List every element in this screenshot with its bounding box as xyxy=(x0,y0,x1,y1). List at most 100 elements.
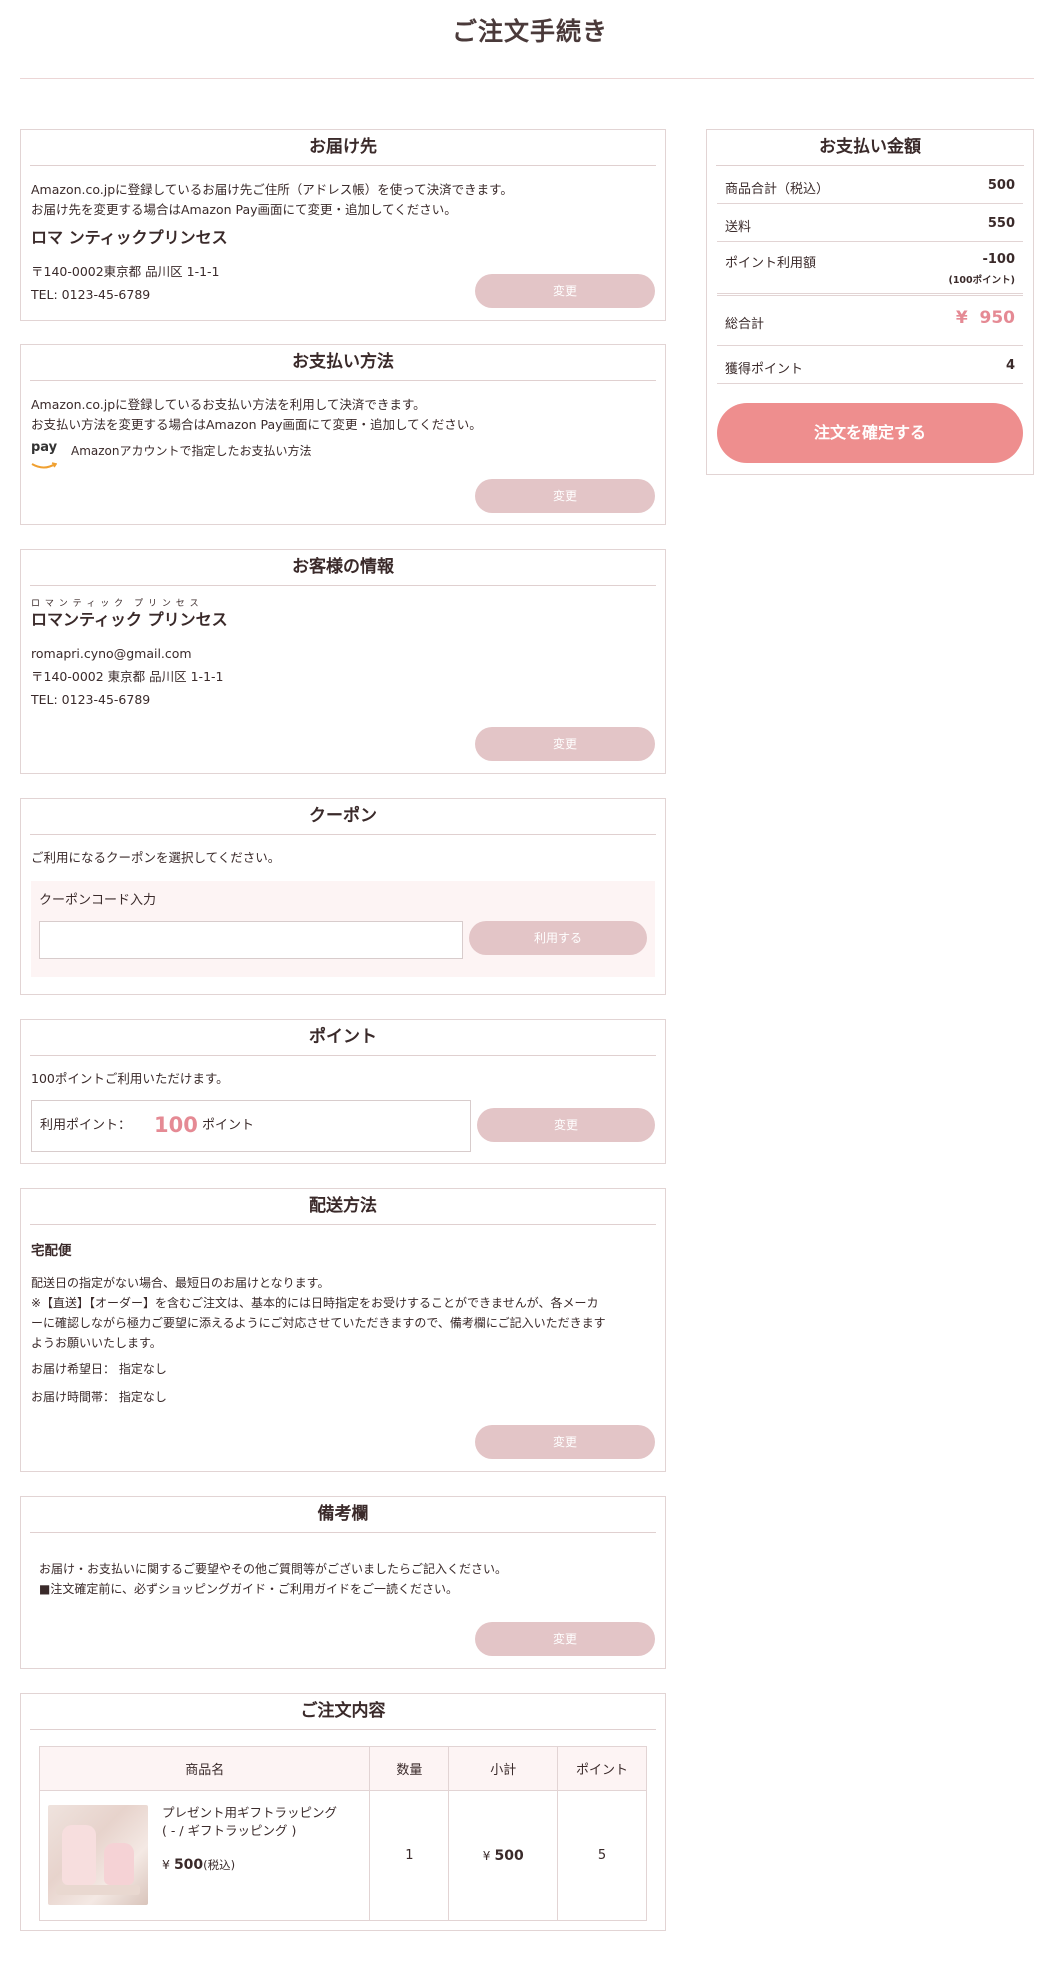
amazon-pay-logo-icon: pay xyxy=(31,440,61,469)
payment-change-button[interactable]: 変更 xyxy=(475,479,655,513)
summary-points-note: (100ポイント) xyxy=(948,275,1015,286)
remarks-line2: ■注文確定前に、必ずショッピングガイド・ご利用ガイドをご一読ください。 xyxy=(39,1582,458,1596)
summary-earned-label: 獲得ポイント xyxy=(725,362,804,377)
points-input-box[interactable]: 利用ポイント： 100 ポイント xyxy=(31,1100,471,1152)
gift-bag-small xyxy=(104,1843,134,1885)
order-heading: ご注文内容 xyxy=(30,1694,656,1730)
shipping-time-label: お届け時間帯： xyxy=(31,1390,116,1404)
shipping-date-value: 指定なし xyxy=(118,1362,167,1376)
amazon-smile-icon xyxy=(31,462,58,469)
remarks-line1: お届け・お支払いに関するご要望やその他ご質問等がございましたらご記入ください。 xyxy=(39,1562,508,1576)
remarks-heading: 備考欄 xyxy=(30,1497,656,1533)
points-unit: ポイント xyxy=(202,1118,255,1133)
order-panel: ご注文内容 商品名 数量 小計 ポイント プレゼント用ギフトラッピング ( - xyxy=(20,1693,666,1931)
coupon-panel: クーポン ご利用になるクーポンを選択してください。 クーポンコード入力 利用する xyxy=(20,798,666,995)
coupon-heading: クーポン xyxy=(30,799,656,835)
customer-name: ロマンティック プリンセス xyxy=(31,610,228,629)
shipping-note-line2: ※【直送】【オーダー】を含むご注文は、基本的には日時指定をお受けすることができま… xyxy=(31,1296,599,1310)
subtotal-symbol: ¥ xyxy=(482,1848,491,1863)
summary-shipping-label: 送料 xyxy=(725,220,752,235)
payment-info-line1: Amazon.co.jpに登録しているお支払い方法を利用して決済できます。 xyxy=(31,397,426,412)
title-divider xyxy=(20,78,1034,79)
summary-total-symbol: ¥ xyxy=(955,308,968,328)
points-label: 利用ポイント： xyxy=(40,1118,132,1133)
page-title: ご注文手続き xyxy=(451,17,608,46)
subtotal-cell: ¥ 500 xyxy=(448,1790,559,1921)
column-subtotal: 小計 xyxy=(448,1746,559,1791)
column-quantity: 数量 xyxy=(369,1746,450,1791)
shipping-note-line1: 配送日の指定がない場合、最短日のお届けとなります。 xyxy=(31,1276,330,1290)
shipping-panel: 配送方法 宅配便 配送日の指定がない場合、最短日のお届けとなります。 ※【直送】… xyxy=(20,1188,666,1472)
shipping-date: お届け希望日： 指定なし xyxy=(31,1359,167,1379)
shipping-method: 宅配便 xyxy=(31,1243,72,1259)
delivery-change-button[interactable]: 変更 xyxy=(475,274,655,308)
product-name: プレゼント用ギフトラッピング xyxy=(162,1805,338,1820)
delivery-tel: TEL: 0123-45-6789 xyxy=(31,287,151,302)
coupon-description: ご利用になるクーポンを選択してください。 xyxy=(31,850,281,865)
coupon-code-input[interactable] xyxy=(39,921,463,959)
summary-row-shipping: 送料 550 xyxy=(717,204,1023,242)
delivery-name: ロマ ンティックプリンセス xyxy=(31,228,228,247)
summary-total-label: 総合計 xyxy=(725,317,765,332)
product-variant: ( - / ギフトラッピング ) xyxy=(162,1823,297,1838)
customer-address: 〒140-0002 東京都 品川区 1-1-1 xyxy=(31,669,224,684)
product-price-value: 500 xyxy=(173,1857,204,1873)
summary-earned-value: 4 xyxy=(1005,358,1015,373)
product-price: ¥ 500(税込) xyxy=(162,1855,235,1875)
points-change-button[interactable]: 変更 xyxy=(477,1108,655,1142)
remarks-change-button[interactable]: 変更 xyxy=(475,1622,655,1656)
order-table: 商品名 数量 小計 ポイント プレゼント用ギフトラッピング ( - / ギフトラ… xyxy=(38,1746,647,1921)
payment-summary: お支払い金額 商品合計（税込） 500 送料 550 ポイント利用額 -100 … xyxy=(706,129,1034,475)
summary-row-subtotal: 商品合計（税込） 500 xyxy=(717,166,1023,204)
summary-points-label: ポイント利用額 xyxy=(725,256,817,271)
summary-shipping-value: 550 xyxy=(987,216,1015,231)
summary-heading: お支払い金額 xyxy=(716,130,1024,166)
points-panel: ポイント 100ポイントご利用いただけます。 利用ポイント： 100 ポイント … xyxy=(20,1019,666,1164)
summary-row-earned: 獲得ポイント 4 xyxy=(717,346,1023,384)
delivery-address: 〒140-0002東京都 品川区 1-1-1 xyxy=(31,264,220,279)
summary-row-total: 総合計 ¥ 950 xyxy=(717,296,1023,346)
delivery-panel: お届け先 Amazon.co.jpに登録しているお届け先ご住所（アドレス帳）を使… xyxy=(20,129,666,321)
confirm-order-button[interactable]: 注文を確定する xyxy=(717,403,1023,463)
subtotal-value: 500 xyxy=(494,1847,524,1864)
delivery-info-line2: お届け先を変更する場合はAmazon Pay画面にて変更・追加してください。 xyxy=(31,202,457,217)
points-heading: ポイント xyxy=(30,1020,656,1056)
product-cell: プレゼント用ギフトラッピング ( - / ギフトラッピング ) ¥ 500(税込… xyxy=(38,1790,371,1921)
table-row: プレゼント用ギフトラッピング ( - / ギフトラッピング ) ¥ 500(税込… xyxy=(38,1790,647,1921)
shipping-date-label: お届け希望日： xyxy=(31,1362,116,1376)
delivery-info-line1: Amazon.co.jpに登録しているお届け先ご住所（アドレス帳）を使って決済で… xyxy=(31,182,513,197)
coupon-input-label: クーポンコード入力 xyxy=(39,893,157,908)
payment-method: Amazonアカウントで指定したお支払い方法 xyxy=(71,444,312,458)
customer-email: romapri.cyno@gmail.com xyxy=(31,646,192,661)
shipping-time: お届け時間帯： 指定なし xyxy=(31,1387,167,1407)
order-table-header: 商品名 数量 小計 ポイント xyxy=(38,1746,647,1791)
summary-points-value: -100 xyxy=(982,252,1015,267)
gift-bag-large xyxy=(62,1825,96,1885)
delivery-heading: お届け先 xyxy=(30,130,656,166)
shipping-heading: 配送方法 xyxy=(30,1189,656,1225)
payment-heading: お支払い方法 xyxy=(30,345,656,381)
payment-info-line2: お支払い方法を変更する場合はAmazon Pay画面にて変更・追加してください。 xyxy=(31,417,482,432)
coupon-form: クーポンコード入力 利用する xyxy=(31,881,655,977)
product-tax-note: (税込) xyxy=(203,1858,236,1872)
customer-panel: お客様の情報 ロ マ ン テ ィ ッ ク プ リ ン セ ス ロマンティック プ… xyxy=(20,549,666,774)
amazon-pay-logo-text: pay xyxy=(31,440,58,455)
customer-name-ruby: ロ マ ン テ ィ ッ ク プ リ ン セ ス xyxy=(31,599,200,609)
summary-total-value: ¥ 950 xyxy=(956,308,1015,328)
shipping-change-button[interactable]: 変更 xyxy=(475,1425,655,1459)
summary-total-amount: 950 xyxy=(979,308,1016,328)
quantity-cell: 1 xyxy=(369,1790,450,1921)
remarks-panel: 備考欄 お届け・お支払いに関するご要望やその他ご質問等がございましたらご記入くだ… xyxy=(20,1496,666,1669)
shipping-note-line3: ーに確認しながら極力ご要望に添えるようにご対応させていただきますので、備考欄にご… xyxy=(31,1316,606,1330)
stool-shape xyxy=(56,1885,140,1895)
points-cell: 5 xyxy=(557,1790,647,1921)
points-value: 100 xyxy=(154,1113,198,1137)
customer-tel: TEL: 0123-45-6789 xyxy=(31,692,151,707)
shipping-time-value: 指定なし xyxy=(118,1390,167,1404)
customer-heading: お客様の情報 xyxy=(30,550,656,586)
column-product: 商品名 xyxy=(38,1746,371,1791)
customer-change-button[interactable]: 変更 xyxy=(475,727,655,761)
summary-subtotal-label: 商品合計（税込） xyxy=(725,182,830,197)
coupon-apply-button[interactable]: 利用する xyxy=(469,921,647,955)
product-price-symbol: ¥ xyxy=(162,1857,170,1872)
